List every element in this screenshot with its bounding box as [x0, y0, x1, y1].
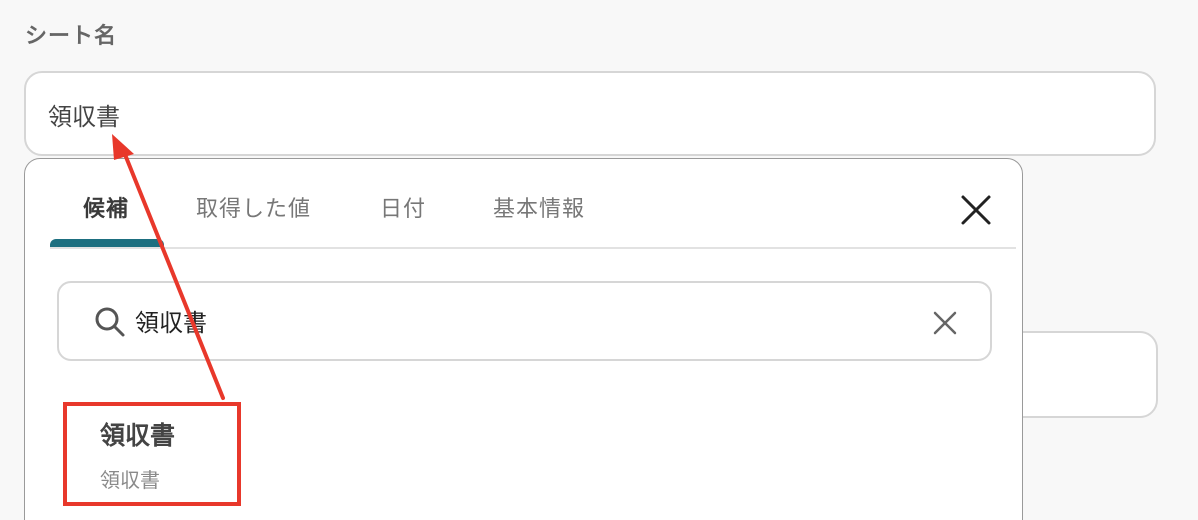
- sheet-name-label: シート名: [25, 24, 118, 49]
- tabs-divider: [50, 247, 1016, 249]
- background-input[interactable]: [1000, 331, 1158, 418]
- tab-basic-info[interactable]: 基本情報: [493, 191, 585, 223]
- tab-retrieved-values[interactable]: 取得した値: [196, 191, 311, 223]
- page: シート名 領収書 候補 取得した値 日付 基本情報 領収書 領収書 領収書: [0, 0, 1198, 520]
- search-value: 領収書: [135, 309, 207, 337]
- sheet-name-input[interactable]: 領収書: [24, 71, 1156, 156]
- result-subtitle: 領収書: [100, 468, 160, 492]
- search-icon: [95, 307, 125, 337]
- close-icon[interactable]: [959, 193, 993, 227]
- tab-candidates[interactable]: 候補: [83, 191, 129, 223]
- sheet-name-value: 領収書: [48, 103, 120, 131]
- search-input[interactable]: 領収書: [57, 281, 992, 361]
- tab-date[interactable]: 日付: [380, 191, 426, 223]
- active-tab-indicator: [50, 239, 164, 247]
- suggestion-popup: 候補 取得した値 日付 基本情報 領収書 領収書 領収書: [24, 158, 1023, 520]
- popup-tabs: 候補 取得した値 日付 基本情報: [25, 159, 1022, 249]
- clear-search-icon[interactable]: [931, 309, 959, 337]
- result-title: 領収書: [100, 421, 176, 450]
- result-item[interactable]: 領収書 領収書: [63, 402, 241, 506]
